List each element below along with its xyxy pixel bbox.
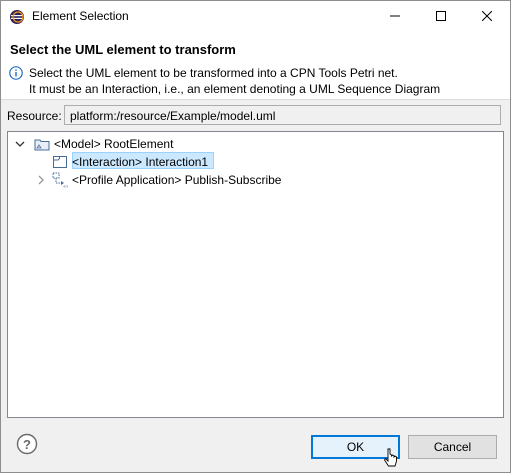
tree-item-label: <Profile Application> Publish-Subscribe [72, 173, 282, 187]
help-icon[interactable]: ? [16, 433, 38, 455]
maximize-icon [436, 11, 446, 21]
close-icon [482, 11, 492, 21]
minimize-icon [390, 15, 400, 17]
info-icon [9, 66, 23, 80]
close-button[interactable] [464, 1, 510, 31]
svg-text:«»: «» [63, 184, 68, 188]
info-message-line-2: It must be an Interaction, i.e., an elem… [29, 82, 441, 96]
title-bar[interactable]: Element Selection [1, 1, 510, 31]
dialog-window: Element Selection Select the UML element… [0, 0, 511, 473]
tree-item-label: <Interaction> Interaction1 [72, 155, 209, 169]
interaction-icon [53, 156, 67, 168]
chevron-right-icon[interactable] [35, 174, 47, 186]
info-message-line-1: Select the UML element to be transformed… [29, 66, 398, 80]
tree-item-profile-application[interactable]: «» <Profile Application> Publish-Subscri… [32, 171, 492, 189]
chevron-down-icon[interactable] [14, 138, 26, 150]
package-icon [34, 139, 50, 151]
cancel-button[interactable]: Cancel [408, 435, 497, 459]
profile-application-icon: «» [52, 172, 68, 188]
maximize-button[interactable] [418, 1, 464, 31]
eclipse-icon [10, 10, 24, 24]
tree-item-model[interactable]: <Model> RootElement [14, 135, 494, 153]
window-title: Element Selection [32, 9, 129, 23]
mouse-cursor-icon [384, 448, 397, 467]
page-title: Select the UML element to transform [10, 42, 236, 57]
element-tree[interactable]: <Model> RootElement <Interaction> Intera… [7, 131, 504, 418]
tree-item-interaction[interactable]: <Interaction> Interaction1 [32, 153, 492, 171]
minimize-button[interactable] [372, 1, 418, 31]
svg-text:?: ? [23, 437, 31, 452]
dialog-header: Select the UML element to transform Sele… [1, 31, 510, 100]
resource-label: Resource: [7, 109, 62, 123]
tree-item-label: <Model> RootElement [54, 137, 174, 151]
resource-field[interactable]: platform:/resource/Example/model.uml [64, 105, 501, 125]
